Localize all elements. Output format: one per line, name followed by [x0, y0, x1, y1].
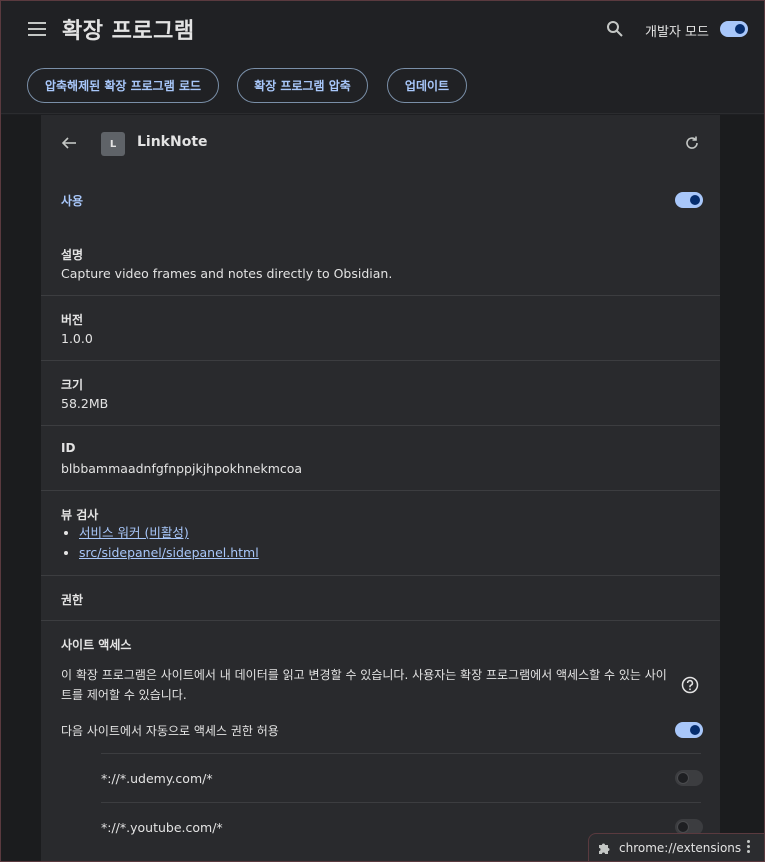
version-label: 버전 — [61, 313, 84, 327]
divider — [41, 620, 720, 621]
list-item: 서비스 워커 (비활성) — [64, 523, 259, 543]
divider — [41, 490, 720, 491]
extension-logo: L — [101, 132, 125, 156]
puzzle-piece-icon — [599, 843, 610, 854]
list-item: src/sidepanel/sidepanel.html — [64, 543, 259, 563]
load-unpacked-button[interactable]: 압축해제된 확장 프로그램 로드 — [27, 68, 219, 103]
service-worker-link[interactable]: 서비스 워커 (비활성) — [79, 525, 189, 540]
divider — [101, 753, 701, 754]
status-bubble: chrome://extensions — [588, 833, 765, 862]
hamburger-menu-icon[interactable] — [28, 22, 46, 36]
page-title: 확장 프로그램 — [62, 19, 195, 44]
more-options-icon[interactable] — [747, 840, 751, 856]
description-label: 설명 — [61, 248, 84, 262]
inspect-views-list: 서비스 워커 (비활성) src/sidepanel/sidepanel.htm… — [64, 523, 259, 563]
id-label: ID — [61, 441, 76, 455]
site-access-description: 이 확장 프로그램은 사이트에서 내 데이터를 읽고 변경할 수 있습니다. 사… — [61, 665, 681, 705]
site-access-label: 사이트 액세스 — [61, 638, 132, 652]
search-icon[interactable] — [606, 20, 624, 38]
extension-detail-card: L LinkNote 사용 설명 Capture video frames an… — [41, 115, 720, 862]
reload-icon[interactable] — [684, 135, 700, 151]
site-access-description-line: 이 확장 프로그램은 사이트에서 내 데이터를 읽고 변경할 수 있습니다. 사… — [61, 668, 667, 682]
auto-allow-label: 다음 사이트에서 자동으로 액세스 권한 허용 — [61, 724, 279, 738]
divider — [101, 802, 701, 803]
enabled-label: 사용 — [61, 194, 84, 208]
divider — [41, 295, 720, 296]
dev-mode-toggle[interactable] — [720, 21, 748, 37]
divider — [41, 360, 720, 361]
version-value: 1.0.0 — [61, 331, 93, 346]
site-access-toggle-udemy[interactable] — [675, 770, 703, 786]
status-url: chrome://extensions — [619, 841, 742, 855]
permissions-label: 권한 — [61, 593, 84, 607]
divider — [41, 575, 720, 576]
auto-allow-toggle[interactable] — [675, 722, 703, 738]
id-value: blbbammaadnfgfnppjkjhpokhnekmcoa — [61, 461, 303, 476]
description-value: Capture video frames and notes directly … — [61, 266, 393, 281]
size-value: 58.2MB — [61, 396, 109, 411]
help-icon[interactable] — [681, 676, 699, 694]
site-access-description-line: 트를 제어할 수 있습니다. — [61, 688, 187, 702]
dev-mode-label: 개발자 모드 — [645, 25, 709, 40]
back-arrow-icon[interactable] — [61, 135, 77, 151]
divider — [41, 425, 720, 426]
inspect-views-label: 뷰 검사 — [61, 508, 99, 522]
sidepanel-link[interactable]: src/sidepanel/sidepanel.html — [79, 545, 259, 560]
site-pattern: *://*.youtube.com/* — [101, 820, 223, 835]
update-button[interactable]: 업데이트 — [387, 68, 467, 103]
site-pattern: *://*.udemy.com/* — [101, 771, 213, 786]
extension-name: LinkNote — [137, 134, 208, 150]
app-header: 확장 프로그램 개발자 모드 압축해제된 확장 프로그램 로드 확장 프로그램 … — [0, 0, 765, 114]
detail-header: L LinkNote — [41, 115, 720, 175]
pack-extension-button[interactable]: 확장 프로그램 압축 — [237, 68, 368, 103]
extension-enabled-toggle[interactable] — [675, 192, 703, 208]
size-label: 크기 — [61, 378, 84, 392]
